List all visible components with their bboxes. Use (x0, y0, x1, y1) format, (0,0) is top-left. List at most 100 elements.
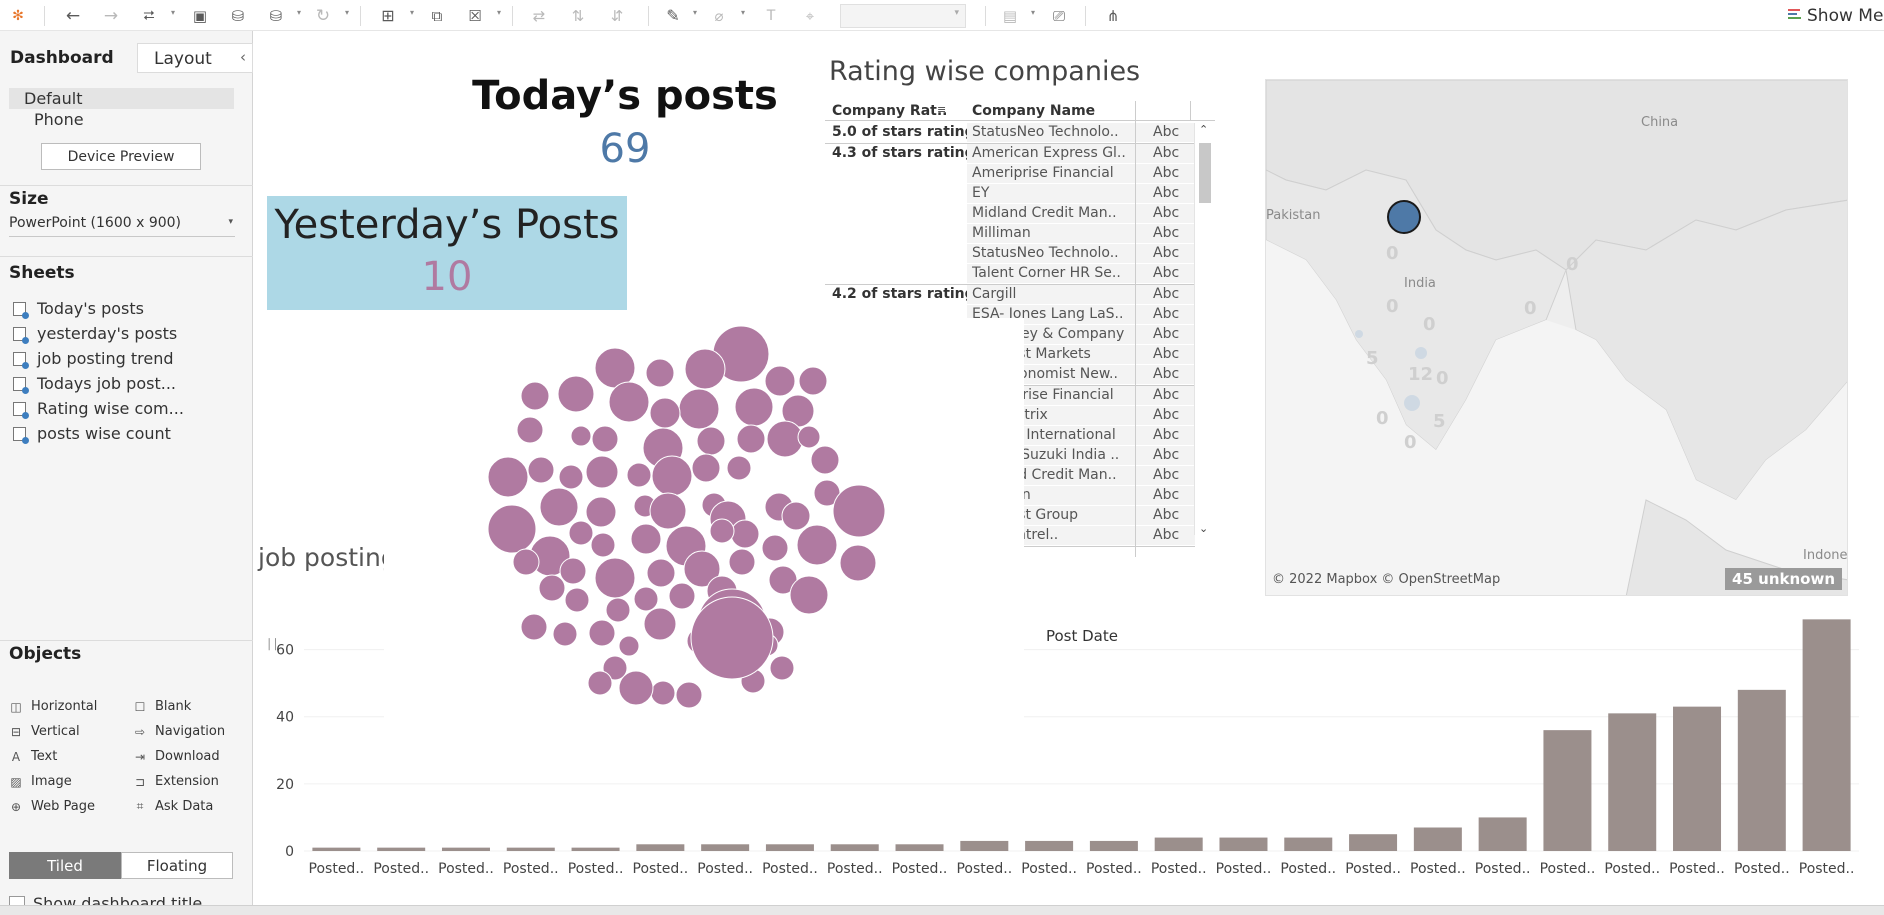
object-download[interactable]: ⇥ Download (133, 749, 220, 764)
sheet-item[interactable]: job posting trend (12, 346, 247, 371)
table-row[interactable]: American Express Gl.. Abc (967, 144, 1195, 164)
object-web-page[interactable]: ⊕ Web Page (9, 799, 95, 814)
tableau-logo-icon[interactable]: ✻ (5, 3, 31, 28)
bubble[interactable] (527, 456, 555, 484)
bubble[interactable] (734, 387, 774, 427)
table-row[interactable]: Milliman Abc (967, 224, 1195, 244)
bubble[interactable] (539, 487, 579, 527)
bubble[interactable] (520, 613, 548, 641)
sheet-item[interactable]: yesterday's posts (12, 321, 247, 346)
sort-desc-icon[interactable]: ⇵ (604, 3, 630, 28)
layout-phone[interactable]: Phone (34, 110, 84, 129)
bubble[interactable] (487, 504, 537, 554)
device-preview-button[interactable]: Device Preview (41, 143, 201, 170)
sheet-item[interactable]: Rating wise com... (12, 396, 247, 421)
bubble[interactable] (764, 365, 796, 397)
bubble[interactable] (781, 501, 811, 531)
bubble[interactable] (839, 544, 877, 582)
table-row[interactable]: Cargill Abc (967, 285, 1195, 305)
table-row[interactable]: StatusNeo Technolo.. Abc (967, 244, 1195, 264)
bubble[interactable] (520, 381, 550, 411)
bubble[interactable] (798, 366, 828, 396)
bubble[interactable] (633, 586, 659, 612)
size-select[interactable]: PowerPoint (1600 x 900) ▾ (9, 215, 235, 237)
bubble[interactable] (538, 574, 566, 602)
new-datasource-icon[interactable]: ⛁ (225, 3, 251, 28)
bubble[interactable] (585, 496, 617, 528)
bubble[interactable] (668, 582, 696, 610)
bubble[interactable] (709, 518, 735, 544)
table-row[interactable]: StatusNeo Technolo.. Abc (967, 123, 1195, 143)
sheet-item[interactable]: Todays job post... (12, 371, 247, 396)
bubble[interactable] (675, 681, 703, 709)
bubble[interactable] (570, 425, 592, 447)
bubble[interactable] (590, 532, 616, 558)
yesterdays-posts-card[interactable]: Yesterday’s Posts 10 (267, 196, 627, 310)
fit-select-icon[interactable]: ▾ (840, 4, 966, 28)
bubble[interactable] (726, 455, 752, 481)
table-row[interactable]: EY Abc (967, 184, 1195, 204)
bubble[interactable] (691, 453, 721, 483)
bubble[interactable] (690, 596, 774, 680)
table-row[interactable]: Midland Credit Man.. Abc (967, 204, 1195, 224)
new-worksheet-icon[interactable]: ⊞ (375, 3, 401, 28)
object-blank[interactable]: ☐ Blank (133, 699, 192, 714)
show-me-button[interactable]: Show Me (1788, 5, 1883, 27)
scrollbar-thumb[interactable] (1199, 143, 1211, 203)
bubble[interactable] (684, 348, 726, 390)
bubble[interactable] (649, 492, 687, 530)
sheet-item[interactable]: posts wise count (12, 421, 247, 446)
bubble[interactable] (810, 445, 840, 475)
chevron-down-icon[interactable]: ⌄ (1199, 522, 1208, 535)
bubble[interactable] (630, 523, 662, 555)
bubble[interactable] (761, 534, 789, 562)
bubble[interactable] (559, 557, 587, 585)
object-navigation[interactable]: ⇨ Navigation (133, 724, 225, 739)
highlight-icon[interactable]: ✎ (660, 3, 686, 28)
share-icon[interactable]: ⋔ (1100, 3, 1126, 28)
sheet-item[interactable]: Today's posts (12, 296, 247, 321)
column-header-rating[interactable]: Company Rat.. (832, 103, 947, 119)
redo-icon[interactable]: → (98, 3, 124, 28)
table-scrollbar[interactable]: ⌃ ⌄ (1194, 123, 1214, 535)
bubble[interactable] (643, 607, 677, 641)
duplicate-icon[interactable]: ⧉ (424, 3, 450, 28)
bubble[interactable] (588, 619, 616, 647)
presentation-icon[interactable]: ⎚ (1046, 3, 1072, 28)
object-text[interactable]: A Text (9, 749, 57, 764)
bubble[interactable] (678, 388, 720, 430)
bubble[interactable] (645, 358, 675, 388)
bubble[interactable] (797, 425, 821, 449)
layout-default[interactable]: Default (9, 88, 234, 109)
bubble[interactable] (487, 456, 529, 498)
bubble[interactable] (558, 464, 584, 490)
bubble[interactable] (651, 455, 693, 497)
bubble[interactable] (646, 558, 676, 588)
pause-icon[interactable]: ⛁ (263, 3, 289, 28)
bubble[interactable] (594, 557, 636, 599)
object-image[interactable]: ▨ Image (9, 774, 71, 789)
tab-layout[interactable]: Layout ‹ (137, 43, 253, 73)
sheet-tab-strip[interactable] (0, 905, 1884, 915)
clear-icon[interactable]: ☒ (462, 3, 488, 28)
tab-dashboard[interactable]: Dashboard (0, 43, 137, 73)
bubble[interactable] (568, 520, 594, 546)
posts-bubble-chart[interactable] (384, 318, 1024, 748)
sort-icon[interactable]: ≡ (937, 103, 946, 116)
floating-button[interactable]: Floating (121, 852, 233, 879)
bubble[interactable] (796, 524, 838, 566)
undo-icon[interactable]: ← (60, 3, 86, 28)
bubble[interactable] (728, 548, 756, 576)
bubble[interactable] (564, 587, 590, 613)
save-icon[interactable]: ▣ (187, 3, 213, 28)
bubble[interactable] (516, 416, 544, 444)
bubble[interactable] (730, 519, 760, 549)
bubble[interactable] (736, 424, 766, 454)
bubble[interactable] (512, 548, 540, 576)
tiled-button[interactable]: Tiled (9, 852, 121, 879)
bubble[interactable] (832, 484, 886, 538)
bubble[interactable] (608, 381, 650, 423)
collapse-icon[interactable]: ‹ (240, 48, 246, 66)
object-horizontal[interactable]: ◫ Horizontal (9, 699, 97, 714)
bubble[interactable] (650, 680, 676, 706)
